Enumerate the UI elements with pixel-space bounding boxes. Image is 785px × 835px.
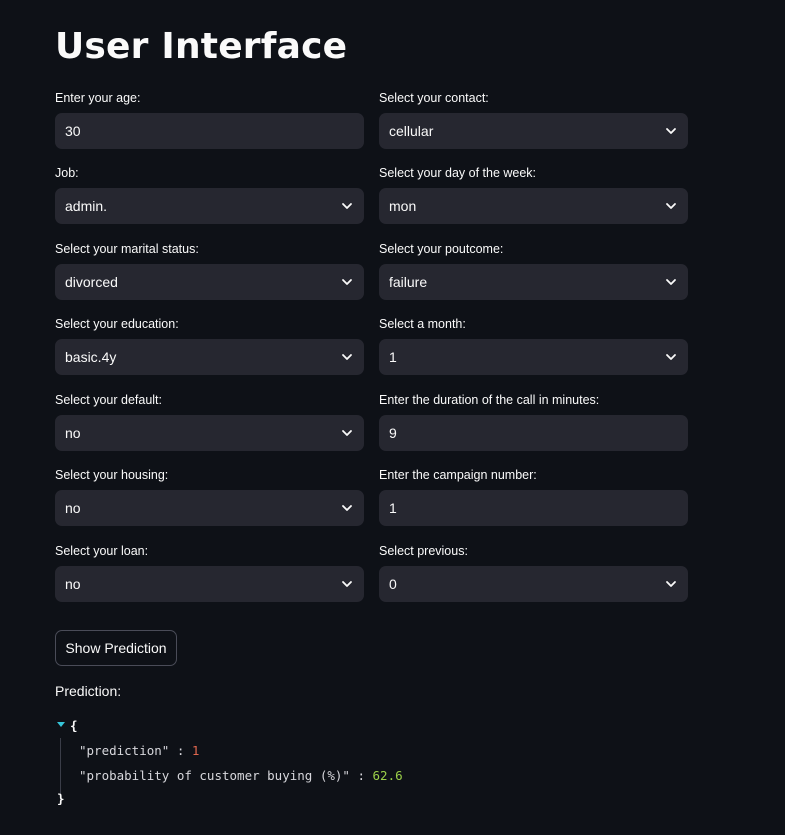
duration-value: 9: [389, 425, 397, 441]
campaign-field: Enter the campaign number: 1: [379, 467, 688, 526]
education-field: Select your education: basic.4y: [55, 316, 364, 375]
json-entry-prediction: "prediction" : 1: [79, 743, 199, 758]
age-field: Enter your age: 30: [55, 90, 364, 149]
previous-select[interactable]: 0: [379, 566, 688, 602]
default-value: no: [65, 425, 81, 441]
chevron-down-icon: [342, 203, 352, 209]
loan-select[interactable]: no: [55, 566, 364, 602]
caret-down-icon[interactable]: [57, 722, 65, 727]
job-select[interactable]: admin.: [55, 188, 364, 224]
duration-input[interactable]: 9: [379, 415, 688, 451]
poutcome-value: failure: [389, 274, 428, 290]
age-label: Enter your age:: [55, 91, 141, 105]
marital-label: Select your marital status:: [55, 242, 199, 256]
campaign-value: 1: [389, 500, 397, 516]
day-of-week-label: Select your day of the week:: [379, 166, 537, 180]
education-label: Select your education:: [55, 317, 179, 331]
chevron-down-icon: [342, 505, 352, 511]
prediction-label: Prediction:: [55, 683, 122, 699]
day-of-week-value: mon: [389, 198, 417, 214]
poutcome-select[interactable]: failure: [379, 264, 688, 300]
json-value: 1: [191, 743, 200, 758]
loan-value: no: [65, 576, 81, 592]
chevron-down-icon: [666, 128, 676, 134]
loan-label: Select your loan:: [55, 544, 149, 558]
marital-value: divorced: [65, 274, 118, 290]
day-of-week-field: Select your day of the week: mon: [379, 165, 688, 224]
marital-select[interactable]: divorced: [55, 264, 364, 300]
previous-value: 0: [389, 576, 397, 592]
job-field: Job: admin.: [55, 165, 364, 224]
duration-label: Enter the duration of the call in minute…: [379, 393, 600, 407]
age-value: 30: [65, 123, 81, 139]
housing-label: Select your housing:: [55, 468, 169, 482]
housing-select[interactable]: no: [55, 490, 364, 526]
campaign-input[interactable]: 1: [379, 490, 688, 526]
job-label: Job:: [55, 166, 79, 180]
json-key: "prediction": [79, 743, 170, 758]
contact-label: Select your contact:: [379, 91, 489, 105]
json-key: "probability of customer buying (%)": [79, 768, 350, 783]
previous-field: Select previous: 0: [379, 543, 688, 602]
duration-field: Enter the duration of the call in minute…: [379, 392, 688, 451]
show-prediction-button[interactable]: Show Prediction: [55, 630, 177, 666]
month-value: 1: [389, 349, 397, 365]
default-field: Select your default: no: [55, 392, 364, 451]
month-select[interactable]: 1: [379, 339, 688, 375]
job-value: admin.: [65, 198, 108, 214]
chevron-down-icon: [666, 203, 676, 209]
day-of-week-select[interactable]: mon: [379, 188, 688, 224]
education-value: basic.4y: [65, 349, 117, 365]
chevron-down-icon: [342, 279, 352, 285]
default-select[interactable]: no: [55, 415, 364, 451]
chevron-down-icon: [666, 581, 676, 587]
loan-field: Select your loan: no: [55, 543, 364, 602]
contact-select[interactable]: cellular: [379, 113, 688, 149]
contact-field: Select your contact: cellular: [379, 90, 688, 149]
json-separator: :: [357, 768, 365, 783]
housing-field: Select your housing: no: [55, 467, 364, 526]
month-label: Select a month:: [379, 317, 466, 331]
chevron-down-icon: [666, 354, 676, 360]
education-select[interactable]: basic.4y: [55, 339, 364, 375]
contact-value: cellular: [389, 123, 434, 139]
default-label: Select your default:: [55, 393, 163, 407]
json-separator: :: [176, 743, 185, 758]
chevron-down-icon: [342, 430, 352, 436]
page-title: User Interface: [55, 26, 348, 67]
json-entry-probability: "probability of customer buying (%)" : 6…: [79, 768, 403, 783]
json-value: 62.6: [372, 768, 403, 783]
marital-field: Select your marital status: divorced: [55, 241, 364, 300]
age-input[interactable]: 30: [55, 113, 364, 149]
chevron-down-icon: [342, 581, 352, 587]
chevron-down-icon: [342, 354, 352, 360]
campaign-label: Enter the campaign number:: [379, 468, 537, 482]
chevron-down-icon: [666, 279, 676, 285]
poutcome-label: Select your poutcome:: [379, 242, 504, 256]
app-page: User Interface Enter your age: 30 Job: a…: [0, 0, 785, 835]
month-field: Select a month: 1: [379, 316, 688, 375]
poutcome-field: Select your poutcome: failure: [379, 241, 688, 300]
json-close-brace: }: [57, 791, 65, 806]
json-open-brace: {: [70, 718, 78, 733]
previous-label: Select previous:: [379, 544, 468, 558]
housing-value: no: [65, 500, 81, 516]
